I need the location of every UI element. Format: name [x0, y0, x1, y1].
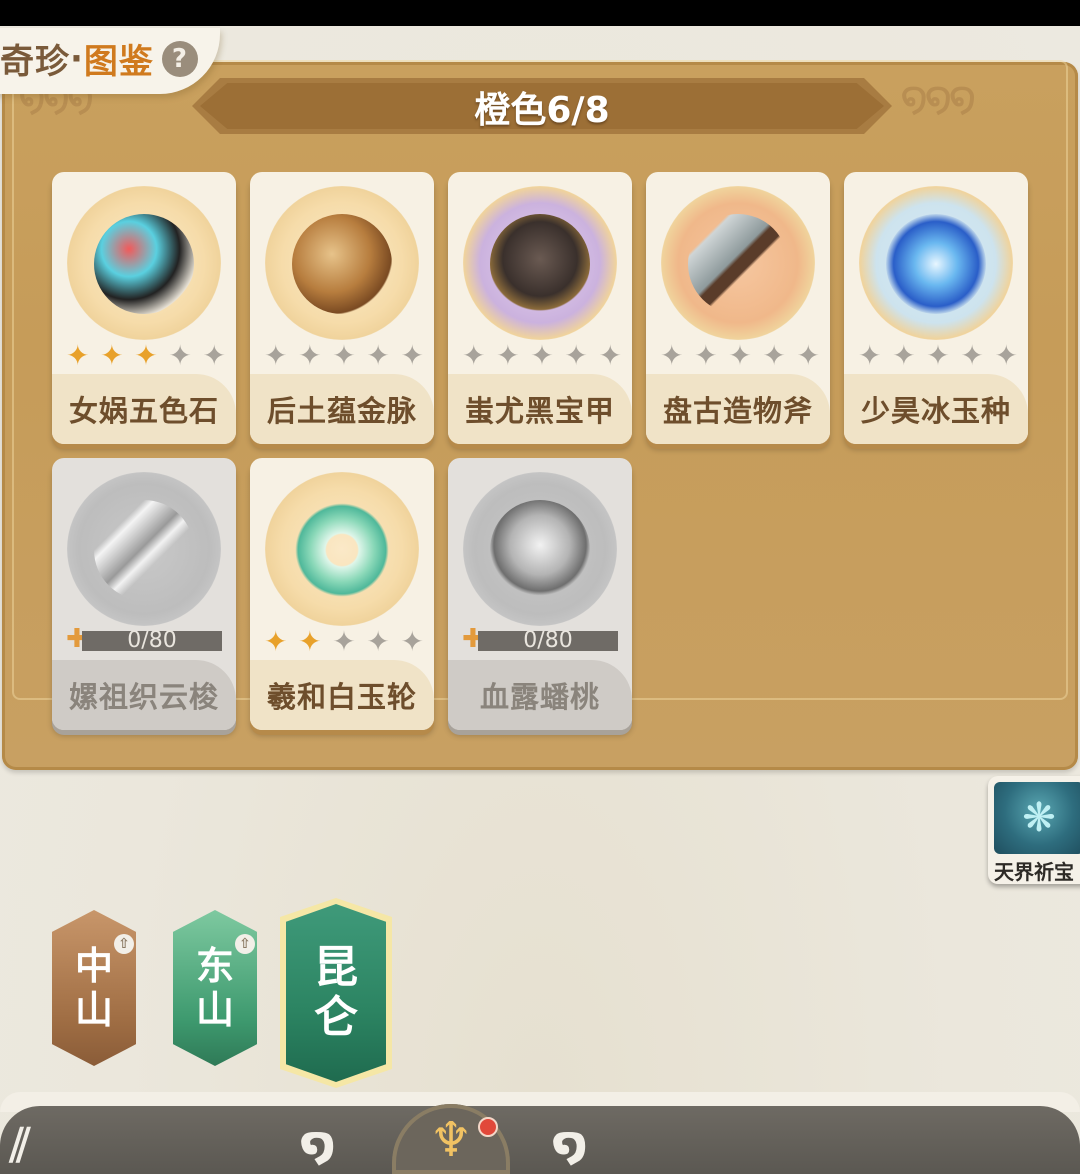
region-tab-kunlun[interactable]: 昆 仑	[286, 904, 386, 1082]
star-icon: ✦	[858, 339, 882, 372]
star-icon: ✦	[264, 625, 288, 658]
star-icon: ✦	[202, 339, 226, 372]
shard-progress-text: 0/80	[523, 628, 573, 653]
item-name-bar: 后土蕴金脉	[250, 374, 434, 444]
upgrade-arrow-icon: ⇧	[114, 934, 134, 954]
star-icon: ✦	[762, 339, 786, 372]
item-name-bar: 女娲五色石	[52, 374, 236, 444]
item-card-locked[interactable]: ✚ 0/80 血露蟠桃	[448, 458, 632, 730]
item-card[interactable]: ✦ ✦ ✦ ✦ ✦ 盘古造物斧	[646, 172, 830, 444]
bottom-nav	[0, 1106, 1080, 1174]
item-name: 羲和白玉轮	[266, 680, 417, 714]
region-label-top: 昆	[314, 942, 358, 993]
shard-progress-text: 0/80	[127, 628, 177, 653]
star-rating: ✦ ✦ ✦ ✦ ✦	[264, 626, 424, 658]
swirl-ornament-right-icon: ໑໑໑	[900, 72, 977, 123]
title-left: 奇珍	[0, 42, 70, 82]
item-card[interactable]: ✦ ✦ ✦ ✦ ✦ 女娲五色石	[52, 172, 236, 444]
item-name-bar: 血露蟠桃	[448, 660, 632, 730]
star-icon: ✦	[530, 339, 554, 372]
star-icon: ✦	[100, 339, 124, 372]
blood-peach-icon	[490, 500, 590, 600]
celestial-pray-button[interactable]: ❋ 天界祈宝	[988, 776, 1080, 884]
nav-home-lotus-icon: ♆	[429, 1112, 473, 1168]
item-card[interactable]: ✦ ✦ ✦ ✦ ✦ 少昊冰玉种	[844, 172, 1028, 444]
item-name-bar: 嫘祖织云梭	[52, 660, 236, 730]
celestial-pray-label: 天界祈宝	[994, 860, 1074, 884]
star-rating: ✦ ✦ ✦ ✦ ✦	[660, 340, 820, 372]
white-jade-disc-icon	[292, 500, 392, 600]
gold-vein-ore-icon	[292, 214, 392, 314]
star-icon: ✦	[332, 625, 356, 658]
star-rating: ✦ ✦ ✦ ✦ ✦	[66, 340, 226, 372]
region-label-top: 东	[195, 944, 234, 988]
item-name: 血露蟠桃	[479, 680, 600, 714]
star-icon: ✦	[400, 339, 424, 372]
title-dot: ·	[70, 38, 84, 79]
star-rating: ✦ ✦ ✦ ✦ ✦	[462, 340, 622, 372]
page-title: 奇珍 · 图鉴 ?	[0, 34, 198, 83]
star-icon: ✦	[298, 625, 322, 658]
star-icon: ✦	[366, 625, 390, 658]
star-rating: ✦ ✦ ✦ ✦ ✦	[858, 340, 1018, 372]
status-bar	[0, 0, 1080, 26]
star-icon: ✦	[134, 339, 158, 372]
star-icon: ✦	[496, 339, 520, 372]
nav-left-icon[interactable]: ⫽	[10, 1122, 31, 1168]
item-name: 女娲五色石	[68, 394, 219, 428]
item-name: 盘古造物斧	[662, 394, 813, 428]
creation-axe-icon	[688, 214, 788, 314]
item-name-bar: 羲和白玉轮	[250, 660, 434, 730]
star-icon: ✦	[298, 339, 322, 372]
item-name-bar: 蚩尤黑宝甲	[448, 374, 632, 444]
star-icon: ✦	[660, 339, 684, 372]
star-icon: ✦	[400, 625, 424, 658]
star-icon: ✦	[462, 339, 486, 372]
star-icon: ✦	[994, 339, 1018, 372]
nav-swirl-icon[interactable]: ໑	[300, 1120, 336, 1166]
item-name: 少昊冰玉种	[860, 394, 1011, 428]
star-icon: ✦	[598, 339, 622, 372]
notification-dot	[478, 1117, 498, 1137]
ice-jade-seed-icon	[886, 214, 986, 314]
star-icon: ✦	[960, 339, 984, 372]
item-card[interactable]: ✦ ✦ ✦ ✦ ✦ 后土蕴金脉	[250, 172, 434, 444]
upgrade-arrow-icon: ⇧	[235, 934, 255, 954]
region-label-top: 中	[74, 944, 113, 988]
star-icon: ✦	[332, 339, 356, 372]
item-card[interactable]: ✦ ✦ ✦ ✦ ✦ 蚩尤黑宝甲	[448, 172, 632, 444]
shard-progress: ✚ 0/80	[66, 626, 222, 653]
star-rating: ✦ ✦ ✦ ✦ ✦	[264, 340, 424, 372]
title-right: 图鉴	[83, 42, 154, 82]
star-icon: ✦	[694, 339, 718, 372]
item-name: 后土蕴金脉	[266, 394, 417, 428]
item-name: 蚩尤黑宝甲	[464, 394, 615, 428]
rarity-banner-title: 橙色6/8	[474, 90, 610, 131]
star-icon: ✦	[264, 339, 288, 372]
star-icon: ✦	[366, 339, 390, 372]
tree-of-life-icon: ❋	[994, 782, 1080, 854]
item-name: 嫘祖织云梭	[68, 680, 219, 714]
region-label-bottom: 山	[195, 988, 234, 1032]
shard-progress: ✚ 0/80	[462, 626, 618, 653]
star-icon: ✦	[564, 339, 588, 372]
star-icon: ✦	[168, 339, 192, 372]
question-circle-icon[interactable]: ?	[161, 40, 198, 77]
star-icon: ✦	[66, 339, 90, 372]
star-icon: ✦	[926, 339, 950, 372]
item-card[interactable]: ✦ ✦ ✦ ✦ ✦ 羲和白玉轮	[250, 458, 434, 730]
black-armor-icon	[490, 214, 590, 314]
item-card-locked[interactable]: ✚ 0/80 嫘祖织云梭	[52, 458, 236, 730]
star-icon: ✦	[728, 339, 752, 372]
item-name-bar: 少昊冰玉种	[844, 374, 1028, 444]
region-label-bottom: 仑	[314, 992, 358, 1043]
star-icon: ✦	[796, 339, 820, 372]
item-name-bar: 盘古造物斧	[646, 374, 830, 444]
star-icon: ✦	[892, 339, 916, 372]
region-label-bottom: 山	[74, 988, 113, 1032]
cloud-shuttle-icon	[94, 500, 194, 600]
nav-swirl-icon-2[interactable]: ໑	[552, 1120, 588, 1166]
five-color-stone-icon	[94, 214, 194, 314]
